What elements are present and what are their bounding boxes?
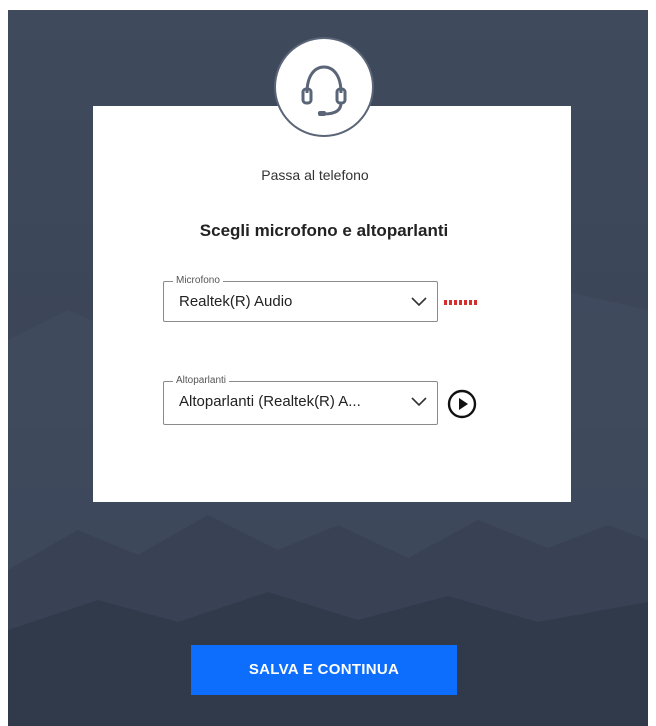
dialog-title: Scegli microfono e altoparlanti [199,221,449,240]
headset-icon [274,37,374,137]
chevron-down-icon[interactable] [411,297,427,307]
microphone-label: Microfono [165,274,223,288]
microphone-level-meter [444,300,478,305]
speakers-value: Altoparlanti (Realtek(R) A... [179,393,361,410]
speakers-label: Altoparlanti [164,374,230,388]
microphone-select[interactable]: Microfono Realtek(R) Audio [163,274,438,322]
microphone-value: Realtek(R) Audio [179,293,293,310]
play-test-sound-button[interactable] [447,389,477,419]
play-circle-icon[interactable] [447,389,477,419]
chevron-down-icon[interactable] [411,397,427,407]
save-continue-button[interactable]: SALVA E CONTINUA [191,645,457,695]
speakers-select[interactable]: Altoparlanti Altoparlanti (Realtek(R) A.… [163,374,438,425]
switch-to-phone-link[interactable]: Passa al telefono [0,167,648,183]
switch-to-phone-label[interactable]: Passa al telefono [261,167,368,183]
